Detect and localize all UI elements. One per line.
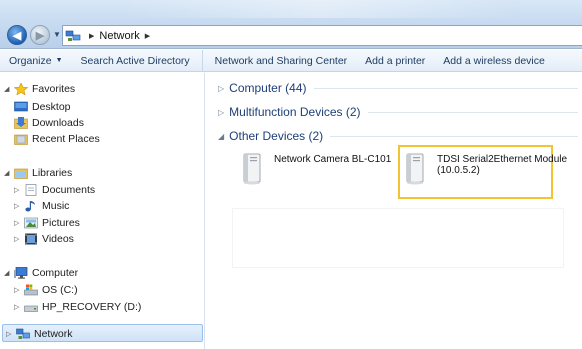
add-printer-button[interactable]: Add a printer (356, 50, 434, 72)
collapsed-arrow-icon[interactable]: ▷ (14, 235, 22, 243)
pictures-icon (24, 217, 38, 228)
add-wireless-device-button[interactable]: Add a wireless device (434, 50, 554, 72)
sidebar-item-os-drive[interactable]: ▷ OS (C:) (14, 282, 78, 297)
downloads-folder-icon (14, 116, 28, 129)
breadcrumb-separator[interactable]: ▶ (89, 32, 94, 40)
collapsed-arrow-icon[interactable]: ▷ (14, 286, 22, 294)
videos-icon (25, 233, 37, 244)
group-divider (367, 111, 578, 113)
content-pane: ▷ Computer (44) ▷ Multifunction Devices … (206, 73, 582, 349)
search-active-directory-label: Search Active Directory (80, 54, 190, 67)
expand-arrow-icon[interactable]: ◢ (4, 169, 12, 177)
sidebar-item-computer[interactable]: ◢ Computer (4, 265, 78, 280)
sidebar-item-label: Desktop (32, 100, 71, 113)
star-icon (14, 82, 28, 95)
recent-pages-dropdown[interactable]: ▼ (53, 30, 61, 39)
breadcrumb-network[interactable]: Network (99, 30, 139, 42)
group-label: Computer (44) (229, 81, 307, 95)
expand-arrow-icon[interactable]: ◢ (218, 132, 224, 141)
network-device-icon (406, 153, 424, 185)
toolbar-divider (201, 49, 203, 72)
documents-icon (25, 183, 37, 196)
add-printer-label: Add a printer (365, 54, 426, 67)
search-active-directory-button[interactable]: Search Active Directory (72, 50, 199, 72)
network-icon (65, 30, 81, 41)
forward-button[interactable]: ▶ (30, 25, 50, 45)
collapsed-arrow-icon[interactable]: ▷ (14, 186, 22, 194)
collapsed-arrow-icon[interactable]: ▷ (218, 84, 224, 93)
sidebar-item-music[interactable]: ▷ Music (14, 198, 69, 213)
system-drive-icon (24, 284, 38, 295)
drive-icon (24, 305, 38, 312)
network-icon (16, 328, 30, 339)
group-header-computer[interactable]: ▷ Computer (44) (218, 80, 578, 96)
network-sharing-center-label: Network and Sharing Center (214, 54, 348, 67)
computer-icon (14, 266, 28, 279)
collapsed-arrow-icon[interactable]: ▷ (14, 219, 22, 227)
sidebar-item-label: Downloads (32, 116, 84, 129)
sidebar-item-label: Documents (42, 183, 96, 196)
device-network-camera[interactable]: Network Camera BL-C101 (241, 152, 391, 186)
sidebar-item-favorites[interactable]: ◢ Favorites (4, 81, 75, 96)
device-name: Network Camera BL-C101 (274, 154, 392, 165)
device-ip-address: (10.0.5.2) (437, 165, 480, 176)
forward-arrow-icon: ▶ (35, 29, 45, 42)
sidebar-item-desktop[interactable]: Desktop (14, 99, 71, 114)
group-divider (330, 135, 578, 137)
group-label: Multifunction Devices (2) (229, 105, 361, 119)
collapsed-arrow-icon[interactable]: ▷ (14, 303, 22, 311)
chevron-down-icon: ▼ (55, 57, 63, 64)
back-button[interactable]: ◀ (7, 25, 27, 45)
sidebar-item-videos[interactable]: ▷ Videos (14, 231, 74, 246)
group-divider (313, 87, 578, 89)
network-sharing-center-button[interactable]: Network and Sharing Center (206, 50, 357, 72)
group-header-other-devices[interactable]: ◢ Other Devices (2) (218, 128, 578, 144)
sidebar-item-recovery-drive[interactable]: ▷ HP_RECOVERY (D:) (14, 299, 141, 314)
organize-label: Organize (9, 54, 52, 67)
music-icon (25, 200, 35, 211)
sidebar-item-label: Recent Places (32, 132, 100, 145)
title-bar-blur (120, 0, 520, 18)
sidebar-item-label: Libraries (32, 166, 73, 179)
sidebar-item-network[interactable]: ▷ Network (6, 326, 73, 341)
navigation-pane: ◢ Favorites Desktop Downloads Recent Pla… (0, 73, 205, 349)
back-arrow-icon: ◀ (12, 29, 22, 42)
sidebar-item-downloads[interactable]: Downloads (14, 115, 84, 130)
blank-overlay-panel (233, 209, 563, 267)
device-name: TDSI Serial2Ethernet Module (437, 154, 568, 165)
sidebar-item-documents[interactable]: ▷ Documents (14, 182, 95, 197)
organize-button[interactable]: Organize ▼ (0, 50, 72, 72)
group-header-multifunction[interactable]: ▷ Multifunction Devices (2) (218, 104, 578, 120)
sidebar-item-label: HP_RECOVERY (D:) (42, 300, 142, 313)
command-bar: Organize ▼ Search Active Directory Netwo… (0, 49, 582, 72)
sidebar-item-pictures[interactable]: ▷ Pictures (14, 215, 80, 230)
expand-arrow-icon[interactable]: ◢ (4, 85, 12, 93)
device-serial-ethernet-module[interactable]: TDSI Serial2Ethernet Module (10.0.5.2) (404, 152, 567, 186)
breadcrumb[interactable]: ▶ Network ▶ (62, 25, 582, 46)
breadcrumb-separator[interactable]: ▶ (145, 32, 150, 40)
libraries-icon (14, 168, 28, 179)
sidebar-item-label: Pictures (42, 216, 80, 229)
device-label: TDSI Serial2Ethernet Module (10.0.5.2) (437, 152, 567, 176)
recent-places-icon (14, 134, 28, 145)
sidebar-item-label: OS (C:) (42, 283, 78, 296)
sidebar-item-label: Favorites (32, 82, 76, 95)
add-wireless-device-label: Add a wireless device (443, 54, 545, 67)
group-label: Other Devices (2) (229, 129, 324, 143)
sidebar-item-label: Computer (32, 266, 79, 279)
network-device-icon (243, 153, 261, 185)
sidebar-item-recent-places[interactable]: Recent Places (14, 131, 100, 146)
collapsed-arrow-icon[interactable]: ▷ (6, 330, 14, 338)
sidebar-item-label: Network (34, 327, 73, 340)
expand-arrow-icon[interactable]: ◢ (4, 269, 12, 277)
sidebar-item-libraries[interactable]: ◢ Libraries (4, 165, 72, 180)
sidebar-item-label: Videos (42, 232, 74, 245)
collapsed-arrow-icon[interactable]: ▷ (218, 108, 224, 117)
desktop-icon (14, 101, 28, 111)
address-bar: ◀ ▶ ▼ ▶ Network ▶ (0, 0, 582, 49)
sidebar-item-label: Music (42, 199, 70, 212)
collapsed-arrow-icon[interactable]: ▷ (14, 202, 22, 210)
